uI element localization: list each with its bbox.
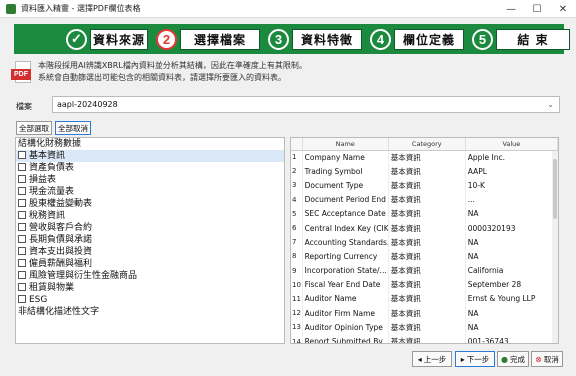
checkbox[interactable] [18,175,26,183]
step-2: 2 選擇檔案 [156,28,260,50]
title-bar: 資料匯入精靈 - 選擇PDF欄位表格 — ☐ ✕ [0,0,576,18]
table-row[interactable]: 6 Central Index Key (CIK) 基本資訊 0000320193 [291,220,558,236]
tree-footer[interactable]: 非結構化描述性文字 [16,306,284,318]
wizard-steps: ✓ 資料來源 2 選擇檔案 3 資料特徵 4 欄位定義 5 結 束 [14,24,570,54]
check-icon: ✓ [66,28,87,50]
select-all-button[interactable]: 全部選取 [16,121,52,135]
table-row[interactable]: 12 Auditor Firm Name 基本資訊 NA [291,306,558,321]
tree-item[interactable]: 稅務資訊 [16,210,284,222]
deselect-all-button[interactable]: 全部取消 [55,121,91,135]
column-header[interactable]: Name [302,138,389,151]
step-number: 3 [268,28,289,50]
table-row[interactable]: 11 Auditor Name 基本資訊 Ernst & Young LLP [291,291,558,307]
table-row[interactable]: 8 Reporting Currency 基本資訊 NA [291,249,558,264]
window-controls: — ☐ ✕ [498,0,576,18]
close-icon[interactable]: ✕ [550,0,576,18]
arrow-right-icon: ▸ [460,354,465,364]
file-value: aapl-20240928 [57,100,118,109]
tree-item[interactable]: 風險管理與衍生性金融商品 [16,270,284,282]
file-label: 檔案 [16,102,32,111]
step-4: 4 欄位定義 [370,28,464,50]
step-5: 5 結 束 [472,28,570,50]
tree-item[interactable]: 營收與客戶合約 [16,222,284,234]
table-row[interactable]: 5 SEC Acceptance Date 基本資訊 NA [291,206,558,221]
table-row[interactable]: 10 Fiscal Year End Date 基本資訊 September 28 [291,277,558,292]
app-icon [6,3,16,14]
checkbox[interactable] [18,151,26,159]
tree-item[interactable]: 資本支出與投資 [16,246,284,258]
preview-table-panel: Name Category Value 1 Company Name 基本資訊 App… [290,137,559,344]
tree-item[interactable]: 現金流量表 [16,186,284,198]
check-circle-icon: ● [501,354,508,364]
checkbox[interactable] [18,223,26,231]
description: 本階段採用AI辨識XBRL檔內資料並分析其結構，因此在準確度上有其限制。 系統會… [38,60,307,84]
table-row[interactable]: 1 Company Name 基本資訊 Apple Inc. [291,150,558,165]
checkbox[interactable] [18,295,26,303]
checkbox[interactable] [18,199,26,207]
table-row[interactable]: 2 Trading Symbol 基本資訊 AAPL [291,164,558,179]
checkbox[interactable] [18,211,26,219]
column-header[interactable]: Value [465,138,558,151]
pdf-icon: PDF [11,61,33,87]
tree-root[interactable]: 結構化財務數據 [16,138,284,150]
tree-item[interactable]: 股東權益變動表 [16,198,284,210]
column-header[interactable]: Category [388,138,466,151]
chevron-down-icon: ⌄ [547,100,554,109]
step-label: 欄位定義 [394,28,464,50]
preview-table: Name Category Value 1 Company Name 基本資訊 App… [291,138,558,343]
finish-button[interactable]: ● 完成 [497,351,529,367]
column-header[interactable] [291,138,303,151]
step-number: 4 [370,28,391,50]
step-label: 選擇檔案 [180,28,260,50]
step-number: 5 [472,28,493,50]
checkbox[interactable] [18,259,26,267]
description-line: 本階段採用AI辨識XBRL檔內資料並分析其結構，因此在準確度上有其限制。 [38,61,307,70]
table-row[interactable]: 13 Auditor Opinion Type 基本資訊 NA [291,320,558,335]
checkbox[interactable] [18,187,26,195]
file-select[interactable]: aapl-20240928 ⌄ [52,96,560,113]
tree-item[interactable]: 資產負債表 [16,162,284,174]
step-label: 資料來源 [90,28,148,50]
tree-item[interactable]: 基本資訊 [16,150,284,162]
step-label: 結 束 [496,28,570,50]
prev-button[interactable]: ◂ 上一步 [412,351,452,367]
tree-item[interactable]: ESG [16,294,284,306]
checkbox[interactable] [18,271,26,279]
step-number: 2 [156,28,177,50]
table-row[interactable]: 7 Accounting Standards... 基本資訊 NA [291,235,558,250]
description-line: 系統會自動篩選出可能包含的相關資料表，請選擇所要匯入的資料表。 [38,73,286,82]
vertical-scrollbar[interactable] [552,151,558,343]
table-row[interactable]: 4 Document Period End ... 基本資訊... [291,192,558,207]
next-button[interactable]: ▸ 下一步 [455,351,495,367]
checkbox[interactable] [18,247,26,255]
minimize-icon[interactable]: — [498,0,524,18]
checkbox[interactable] [18,283,26,291]
tree-item[interactable]: 租賃與物業 [16,282,284,294]
checkbox[interactable] [18,235,26,243]
cancel-icon: ⊗ [535,354,542,364]
table-row[interactable]: 14 Report Submitted By 基本資訊 001-36743 [291,334,558,343]
table-row[interactable]: 9 Incorporation State/... 基本資訊 California [291,263,558,278]
table-tree: 結構化財務數據 基本資訊 資產負債表 損益表 現金流量表 股東權益變動表 稅務資… [15,137,285,344]
checkbox[interactable] [18,163,26,171]
step-1: ✓ 資料來源 [66,28,148,50]
tree-item[interactable]: 損益表 [16,174,284,186]
maximize-icon[interactable]: ☐ [524,0,550,18]
cancel-button[interactable]: ⊗ 取消 [531,351,563,367]
tree-item[interactable]: 僱員薪酬與福利 [16,258,284,270]
scrollbar-thumb[interactable] [553,159,557,219]
step-label: 資料特徵 [292,28,362,50]
arrow-left-icon: ◂ [417,354,422,364]
table-row[interactable]: 3 Document Type 基本資訊 10-K [291,178,558,193]
tree-item[interactable]: 長期負債與承諾 [16,234,284,246]
table-header: Name Category Value [291,138,558,151]
window-title: 資料匯入精靈 - 選擇PDF欄位表格 [21,4,141,13]
step-3: 3 資料特徵 [268,28,362,50]
